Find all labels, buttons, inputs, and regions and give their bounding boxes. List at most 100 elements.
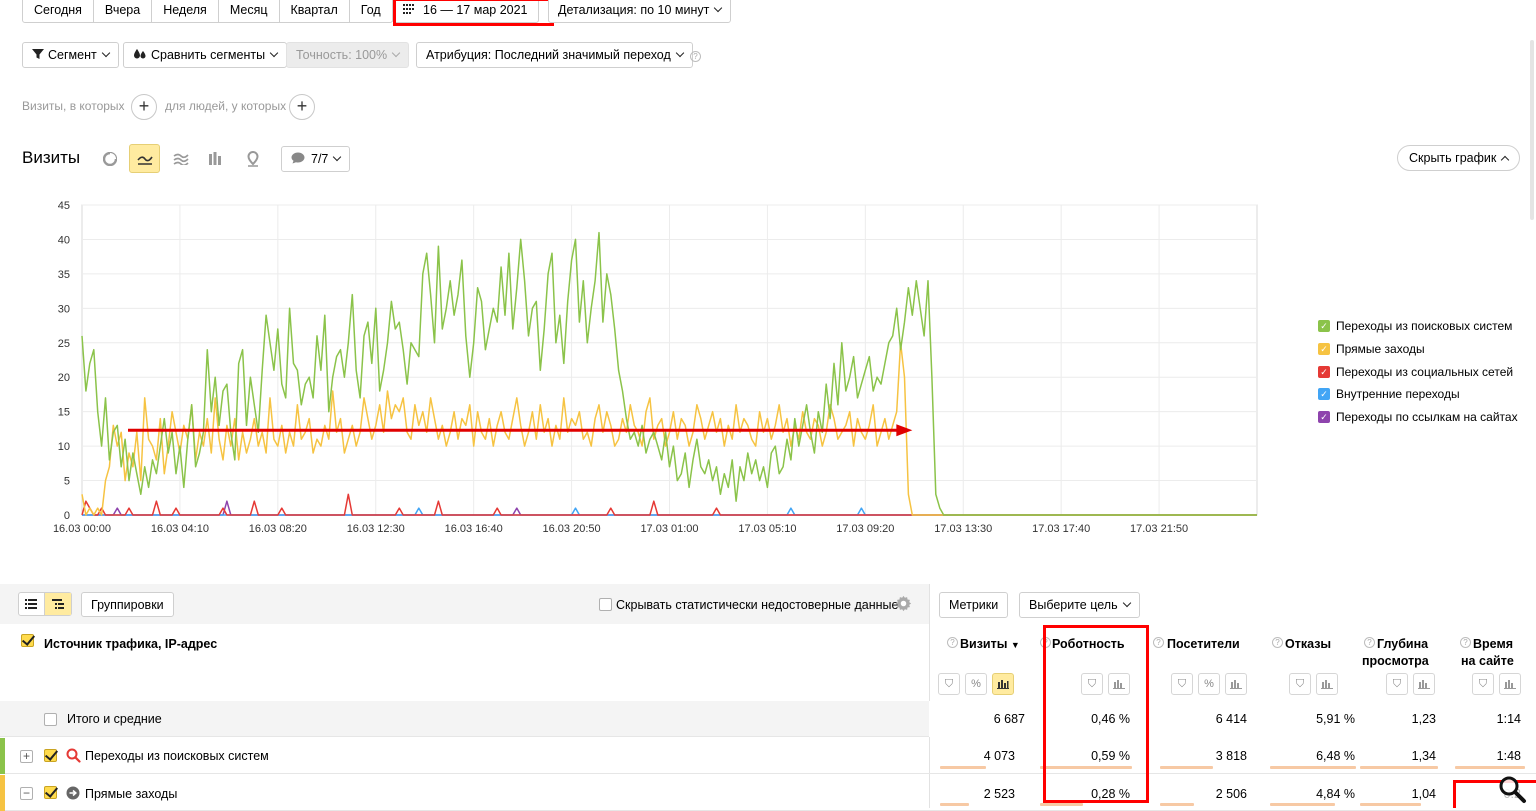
column-bars-button[interactable] — [1499, 673, 1521, 695]
column-header-bounce[interactable]: Отказы — [1285, 636, 1331, 652]
filter-icon — [32, 48, 44, 63]
x-tick-label: 17.03 17:40 — [1032, 523, 1090, 535]
accuracy-dropdown[interactable]: Точность: 100% — [286, 42, 410, 68]
row-checkbox[interactable] — [44, 749, 57, 762]
column-bars-button[interactable] — [1316, 673, 1338, 695]
legend-item-direct[interactable]: ✓ Прямые заходы — [1318, 342, 1425, 356]
column-header-visitors[interactable]: Посетители — [1167, 636, 1240, 652]
row-label[interactable]: Переходы из поисковых систем — [85, 749, 269, 763]
row-bounce: 4,84 % — [1316, 787, 1355, 801]
metrics-label: Метрики — [949, 598, 999, 612]
tab-quarter[interactable]: Квартал — [280, 0, 350, 22]
map-view-button[interactable] — [239, 145, 267, 173]
row-checkbox[interactable] — [44, 786, 57, 799]
column-bars-button[interactable] — [992, 673, 1014, 695]
column-filter-button[interactable]: ⛉ — [1386, 673, 1408, 695]
column-filter-button[interactable]: ⛉ — [1171, 673, 1193, 695]
column-label: Глубина — [1377, 637, 1429, 651]
row-time: 1:48 — [1496, 749, 1521, 763]
attribution-dropdown[interactable]: Атрибуция: Последний значимый переход — [416, 42, 693, 68]
people-condition-label: для людей, у которых — [165, 99, 287, 113]
annotations-dropdown[interactable]: 7/7 — [281, 146, 351, 172]
row-depth: 1,04 — [1411, 787, 1436, 801]
column-filter-button[interactable]: ⛉ — [1081, 673, 1103, 695]
y-tick-label: 30 — [58, 303, 70, 315]
column-header-time-line2: на сайте — [1461, 654, 1514, 668]
column-header-visits[interactable]: Визиты ▼ — [960, 636, 1020, 653]
percent-icon: % — [1204, 678, 1214, 690]
column-filter-button[interactable]: ⛉ — [1472, 673, 1494, 695]
column-bars-button[interactable] — [1225, 673, 1247, 695]
help-icon[interactable]: ? — [1364, 637, 1375, 648]
row-bounce: 6,48 % — [1316, 749, 1355, 763]
line-chart-view-button[interactable] — [129, 144, 160, 173]
bar-chart-view-button[interactable] — [202, 145, 230, 173]
groupings-button[interactable]: Группировки — [81, 592, 174, 617]
column-bars-button[interactable] — [1413, 673, 1435, 695]
tab-week[interactable]: Неделя — [152, 0, 219, 22]
tab-today[interactable]: Сегодня — [23, 0, 94, 22]
bar-chart-icon — [1230, 680, 1242, 689]
help-icon[interactable]: ? — [1040, 637, 1051, 648]
column-filter-button[interactable]: ⛉ — [938, 673, 960, 695]
legend-item-social[interactable]: ✓ Переходы из социальных сетей — [1318, 365, 1513, 379]
map-pin-icon — [247, 151, 259, 167]
compare-segments-button[interactable]: Сравнить сегменты — [123, 42, 288, 68]
table-row[interactable]: + Переходы из поисковых систем 4 073 0,5… — [0, 738, 1536, 774]
tab-month[interactable]: Месяц — [219, 0, 280, 22]
bar-chart-icon — [1504, 680, 1516, 689]
dimension-header[interactable]: Источник трафика, IP-адрес — [44, 636, 217, 652]
detail-dropdown[interactable]: Детализация: по 10 минут — [548, 0, 732, 23]
column-header-time[interactable]: Время — [1473, 636, 1513, 652]
y-tick-label: 5 — [64, 476, 70, 488]
column-bars-button[interactable] — [1108, 673, 1130, 695]
metrics-button[interactable]: Метрики — [939, 592, 1009, 618]
funnel-icon: ⛉ — [1087, 677, 1097, 690]
settings-gear-icon[interactable] — [895, 595, 912, 615]
help-icon[interactable]: ? — [1272, 637, 1283, 648]
help-icon[interactable]: ? — [1460, 637, 1471, 648]
pie-chart-view-button[interactable] — [96, 145, 124, 173]
collapse-row-button[interactable]: − — [20, 787, 33, 800]
column-filter-button[interactable]: ⛉ — [1289, 673, 1311, 695]
row-accent — [0, 775, 5, 811]
row-bar-bounce — [1270, 766, 1356, 769]
select-all-checkbox[interactable] — [21, 634, 34, 647]
legend-item-search[interactable]: ✓ Переходы из поисковых систем — [1318, 319, 1512, 333]
funnel-icon: ⛉ — [1392, 677, 1402, 690]
tab-yesterday[interactable]: Вчера — [94, 0, 153, 22]
zoom-magnifier-icon[interactable] — [1497, 774, 1527, 807]
legend-item-internal[interactable]: ✓ Внутренние переходы — [1318, 387, 1460, 401]
column-percent-button[interactable]: % — [965, 673, 987, 695]
goal-dropdown[interactable]: Выберите цель — [1019, 592, 1140, 618]
page-scrollbar[interactable] — [1530, 40, 1534, 220]
hide-unreliable-checkbox[interactable] — [599, 598, 612, 611]
tab-year[interactable]: Год — [350, 0, 392, 22]
column-header-robot[interactable]: Роботность — [1052, 636, 1125, 652]
help-icon[interactable]: ? — [947, 637, 958, 648]
chevron-down-icon — [391, 48, 401, 58]
expand-row-button[interactable]: + — [20, 750, 33, 763]
date-range-picker[interactable]: 16 — 17 мар 2021 — [392, 0, 539, 23]
flat-list-view-button[interactable] — [19, 593, 45, 615]
y-tick-label: 25 — [58, 338, 70, 350]
column-header-depth[interactable]: Глубина — [1377, 636, 1428, 652]
segment-button[interactable]: Сегмент — [22, 42, 119, 68]
area-chart-view-button[interactable] — [167, 145, 195, 173]
row-label[interactable]: Прямые заходы — [85, 787, 177, 801]
y-tick-label: 40 — [58, 234, 70, 246]
tree-view-button[interactable] — [44, 593, 71, 615]
add-visits-condition-button[interactable]: + — [131, 94, 157, 120]
hide-chart-button[interactable]: Скрыть график — [1397, 145, 1521, 171]
funnel-icon: ⛉ — [1478, 677, 1488, 690]
table-row[interactable]: − Прямые заходы 2 523 0,28 % 2 506 4,84 … — [0, 775, 1536, 811]
legend-item-links[interactable]: ✓ Переходы по ссылкам на сайтах — [1318, 410, 1518, 424]
column-percent-button[interactable]: % — [1198, 673, 1220, 695]
total-row-checkbox[interactable] — [44, 713, 57, 726]
legend-label: Прямые заходы — [1336, 342, 1425, 356]
x-tick-label: 17.03 05:10 — [738, 523, 796, 535]
help-icon[interactable]: ? — [690, 51, 701, 62]
add-people-condition-button[interactable]: + — [289, 94, 315, 120]
row-bar-depth — [1360, 803, 1421, 806]
help-icon[interactable]: ? — [1153, 637, 1164, 648]
